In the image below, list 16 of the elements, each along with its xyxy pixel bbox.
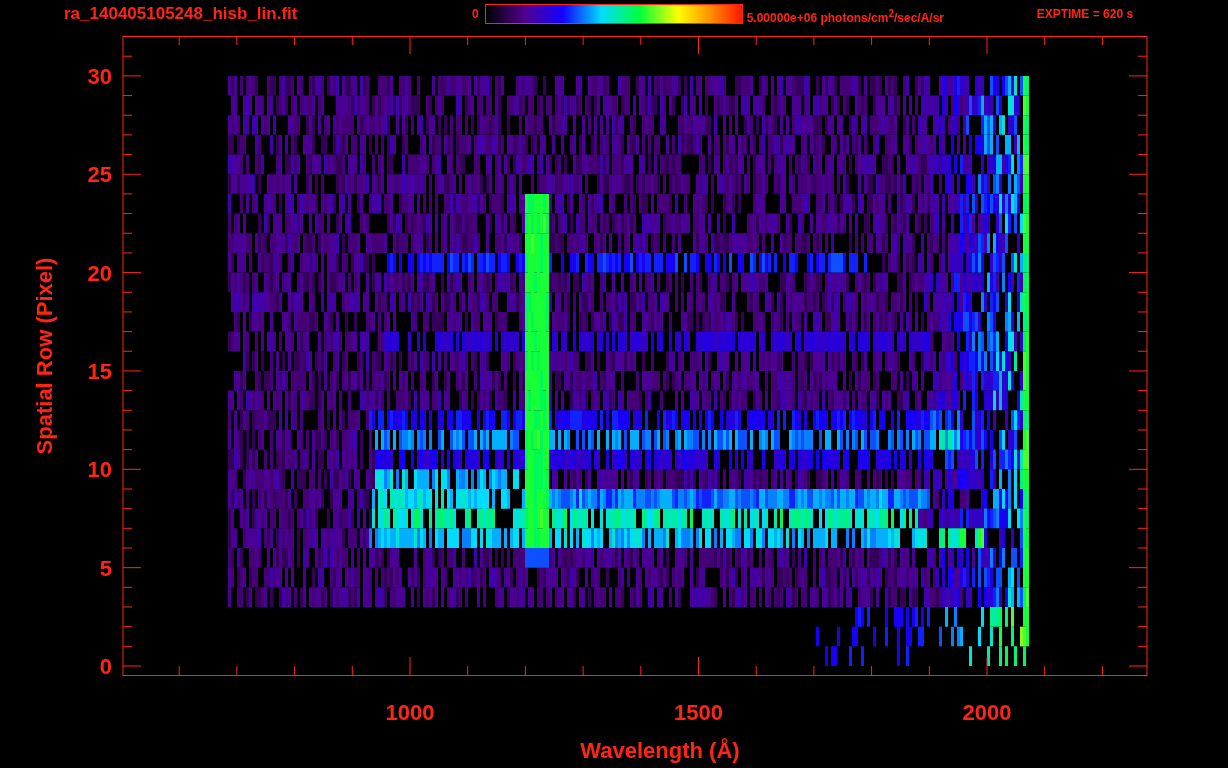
y-tick-label: 0 xyxy=(99,654,112,679)
x-axis-title: Wavelength (Å) xyxy=(580,738,740,763)
x-tick-label: 1000 xyxy=(385,700,435,725)
y-axis-title: Spatial Row (Pixel) xyxy=(32,257,57,455)
file-title: ra_140405105248_hisb_lin.fit xyxy=(64,4,299,24)
y-tick-label: 20 xyxy=(87,260,112,286)
y-tick-label: 15 xyxy=(87,358,112,384)
x-tick-label: 1500 xyxy=(674,700,723,725)
x-tick-label: 2000 xyxy=(962,700,1012,725)
y-tick-label: 30 xyxy=(87,63,112,89)
exptime-label: EXPTIME = 620 s xyxy=(1036,6,1134,23)
colorbar-min-label: 0 xyxy=(472,6,479,23)
y-tick-label: 5 xyxy=(99,555,112,581)
y-tick-label: 10 xyxy=(87,457,112,483)
y-tick-label: 25 xyxy=(87,162,112,188)
colorbar-max-label: 5.00000e+06 photons/cm$^{2}$/sec/A/sr xyxy=(746,7,946,27)
